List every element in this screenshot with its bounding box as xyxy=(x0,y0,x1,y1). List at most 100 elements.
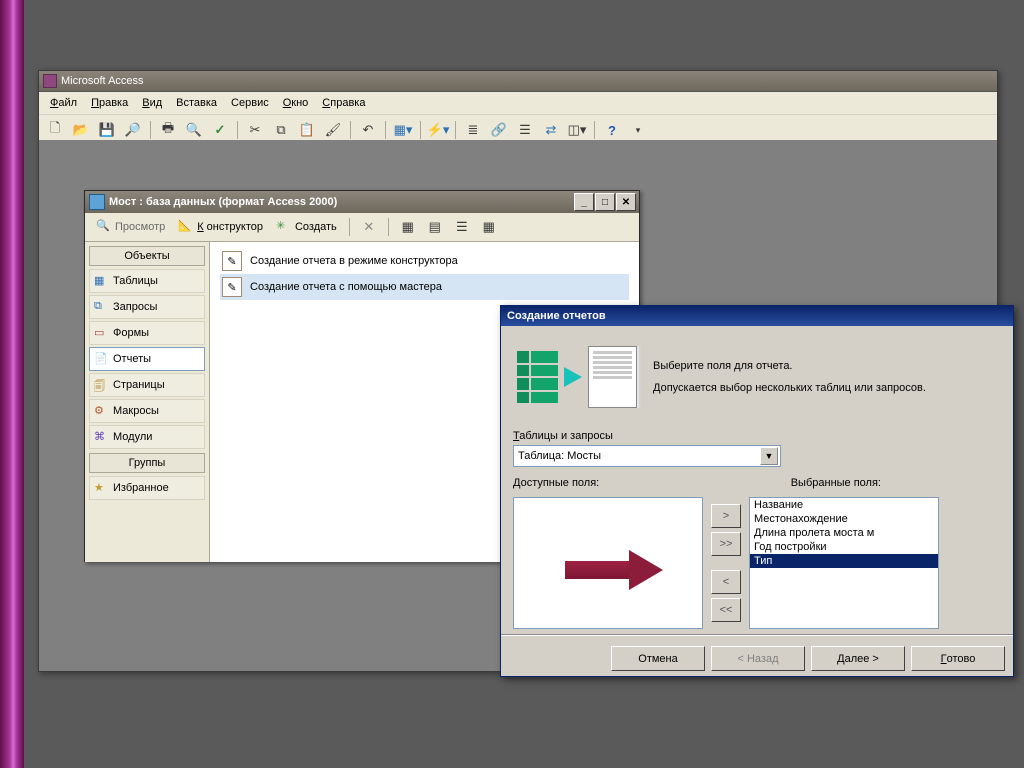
sidebar-item-favorites[interactable]: ★Избранное xyxy=(89,476,205,500)
analyze-icon[interactable]: ⚡▾ xyxy=(426,118,450,142)
add-all-fields-button[interactable]: >> xyxy=(711,532,741,556)
wizard-icon: ✎ xyxy=(222,251,242,271)
sidebar-item-reports[interactable]: 📄Отчеты xyxy=(89,347,205,371)
groups-header: Группы xyxy=(89,453,205,473)
small-icons-icon[interactable]: ▤ xyxy=(423,215,447,239)
toolbar-overflow-icon[interactable]: ▾ xyxy=(626,118,650,142)
toolbar-separator xyxy=(594,121,595,139)
sidebar-item-tables[interactable]: ▦Таблицы xyxy=(89,269,205,293)
large-icons-icon[interactable]: ▦ xyxy=(396,215,420,239)
sidebar-item-macros[interactable]: ⚙Макросы xyxy=(89,399,205,423)
preview-icon: 🔍 xyxy=(96,219,112,235)
copy-icon[interactable]: ⧉ xyxy=(269,118,293,142)
app-titlebar[interactable]: Microsoft Access xyxy=(39,71,997,92)
sidebar-item-forms[interactable]: ▭Формы xyxy=(89,321,205,345)
close-button[interactable]: ✕ xyxy=(616,193,636,211)
sidebar-item-modules[interactable]: ⌘Модули xyxy=(89,425,205,449)
tables-queries-combo[interactable]: Таблица: Мосты ▼ xyxy=(513,445,781,467)
details-icon[interactable]: ▦ xyxy=(477,215,501,239)
menu-file[interactable]: Файл xyxy=(43,95,84,111)
list-icon[interactable]: ☰ xyxy=(450,215,474,239)
wizard-banner: Выберите поля для отчета. Допускается вы… xyxy=(513,336,1001,424)
arrow-icon xyxy=(564,367,582,387)
toolbar-separator xyxy=(349,218,350,236)
list-item[interactable]: Тип xyxy=(750,554,938,568)
toolbar-separator xyxy=(420,121,421,139)
list-item[interactable]: Местонахождение xyxy=(750,512,938,526)
toolbar-separator xyxy=(385,121,386,139)
table-icon: ▦ xyxy=(94,274,108,288)
combo-value: Таблица: Мосты xyxy=(518,450,601,462)
relationships-icon[interactable]: ⇄ xyxy=(539,118,563,142)
available-fields-listbox[interactable] xyxy=(513,497,703,629)
minimize-button[interactable]: _ xyxy=(574,193,594,211)
menu-help[interactable]: Справка xyxy=(315,95,372,111)
new-object-icon[interactable]: ◫▾ xyxy=(565,118,589,142)
cut-icon[interactable]: ✂ xyxy=(243,118,267,142)
wizard-prompt-1: Выберите поля для отчета. xyxy=(653,358,926,375)
code-icon[interactable]: ≣ xyxy=(461,118,485,142)
remove-field-button[interactable]: < xyxy=(711,570,741,594)
undo-icon[interactable]: ↶ xyxy=(356,118,380,142)
help-icon[interactable]: ? xyxy=(600,118,624,142)
macro-icon: ⚙ xyxy=(94,404,108,418)
menubar: Файл Правка Вид Вставка Сервис Окно Спра… xyxy=(39,92,997,115)
selected-fields-listbox[interactable]: НазваниеМестонахождениеДлина пролета мос… xyxy=(749,497,939,629)
menu-tools[interactable]: Сервис xyxy=(224,95,276,111)
print-icon[interactable]: 🖶 xyxy=(156,118,180,142)
menu-edit[interactable]: Правка xyxy=(84,95,135,111)
back-button[interactable]: < Назад xyxy=(711,646,805,671)
link-icon[interactable]: 🔗 xyxy=(487,118,511,142)
wizard-titlebar[interactable]: Создание отчетов xyxy=(501,306,1013,326)
maximize-button[interactable]: □ xyxy=(595,193,615,211)
add-field-button[interactable]: > xyxy=(711,504,741,528)
toolbar-separator xyxy=(455,121,456,139)
create-report-wizard[interactable]: ✎ Создание отчета с помощью мастера xyxy=(220,274,629,300)
spelling-icon[interactable]: ✓ xyxy=(208,118,232,142)
menu-window[interactable]: Окно xyxy=(276,95,316,111)
menu-insert[interactable]: Вставка xyxy=(169,95,224,111)
new-button[interactable]: ✳ Создать xyxy=(271,217,342,237)
list-item[interactable]: Год постройки xyxy=(750,540,938,554)
design-icon: 📐 xyxy=(178,219,194,235)
favorites-icon: ★ xyxy=(94,481,108,495)
finish-button[interactable]: Готово xyxy=(911,646,1005,671)
objects-header: Объекты xyxy=(89,246,205,266)
save-icon[interactable]: 💾 xyxy=(95,118,119,142)
toolbar-separator xyxy=(150,121,151,139)
list-item[interactable]: Длина пролета моста м xyxy=(750,526,938,540)
next-button[interactable]: Далее > xyxy=(811,646,905,671)
search-file-icon[interactable]: 🔎 xyxy=(121,118,145,142)
list-item[interactable]: Название xyxy=(750,498,938,512)
design-button[interactable]: 📐 Конструктор xyxy=(173,217,268,237)
delete-icon[interactable]: ✕ xyxy=(357,215,381,239)
wizard-prompt-2: Допускается выбор нескольких таблиц или … xyxy=(653,380,926,397)
office-links-icon[interactable]: ▦▾ xyxy=(391,118,415,142)
report-wizard-dialog: Создание отчетов Выберите поля для отчет… xyxy=(500,305,1014,677)
format-painter-icon[interactable]: 🖌 xyxy=(321,118,345,142)
wizard-footer: Отмена < Назад Далее > Готово xyxy=(501,635,1013,681)
cancel-button[interactable]: Отмена xyxy=(611,646,705,671)
sidebar-item-pages[interactable]: 🗐Страницы xyxy=(89,373,205,397)
db-title: Мост : база данных (формат Access 2000) xyxy=(109,196,337,208)
selected-fields-label: Выбранные поля: xyxy=(791,477,881,489)
database-icon xyxy=(89,194,105,210)
chevron-down-icon[interactable]: ▼ xyxy=(760,447,778,465)
print-preview-icon[interactable]: 🔍 xyxy=(182,118,206,142)
new-file-icon[interactable]: 🗋 xyxy=(43,118,67,142)
create-report-design-view[interactable]: ✎ Создание отчета в режиме конструктора xyxy=(220,248,629,274)
wizard-icon: ✎ xyxy=(222,277,242,297)
toolbar-separator xyxy=(237,121,238,139)
properties-icon[interactable]: ☰ xyxy=(513,118,537,142)
form-icon: ▭ xyxy=(94,326,108,340)
paste-icon[interactable]: 📋 xyxy=(295,118,319,142)
report-icon: 📄 xyxy=(94,352,108,366)
preview-button[interactable]: 🔍 Просмотр xyxy=(91,217,170,237)
menu-view[interactable]: Вид xyxy=(135,95,169,111)
app-title: Microsoft Access xyxy=(61,75,144,87)
db-titlebar[interactable]: Мост : база данных (формат Access 2000) … xyxy=(85,191,639,213)
sidebar-item-queries[interactable]: ⧉Запросы xyxy=(89,295,205,319)
available-fields-label: Доступные поля: xyxy=(513,477,599,489)
open-icon[interactable]: 📂 xyxy=(69,118,93,142)
remove-all-fields-button[interactable]: << xyxy=(711,598,741,622)
